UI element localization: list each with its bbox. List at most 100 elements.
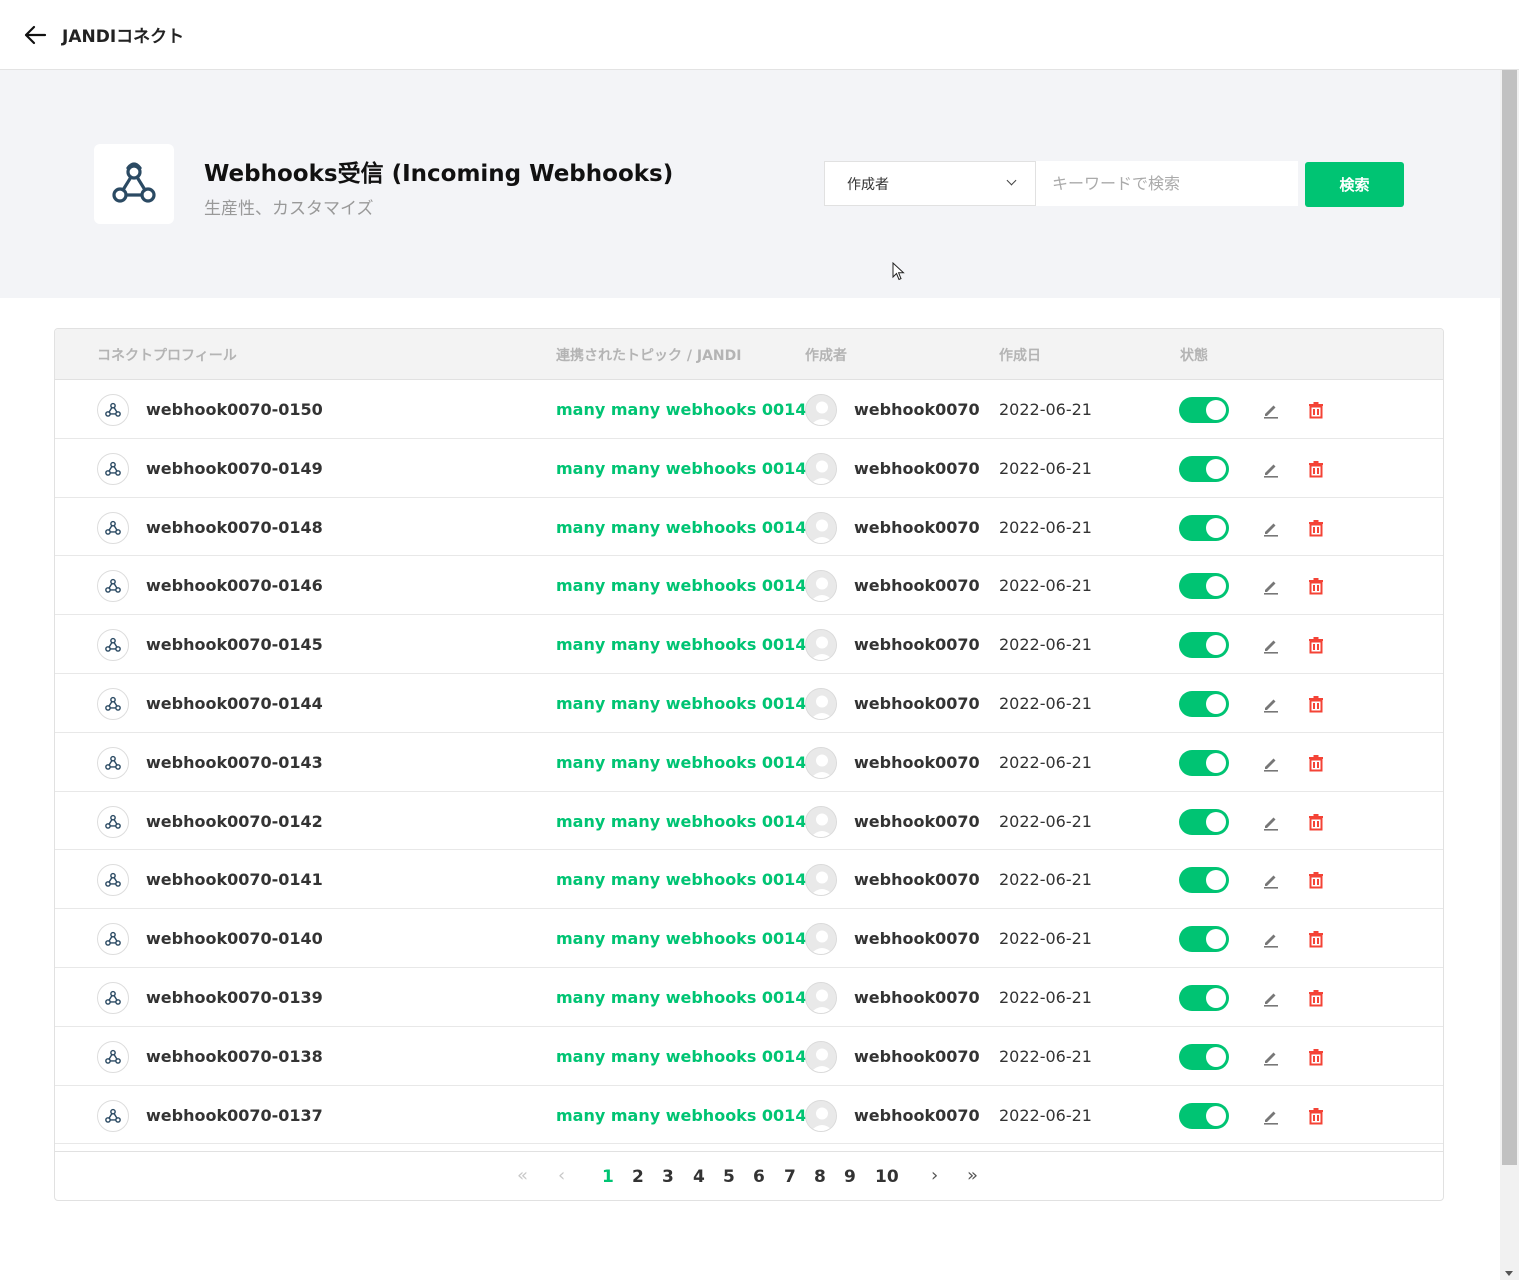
user-avatar-icon [806,924,836,955]
status-toggle[interactable] [1179,926,1229,953]
status-toggle[interactable] [1179,867,1229,894]
page-scrollbar[interactable] [1500,70,1519,1280]
creator-name: webhook0070 [854,1046,980,1066]
topic-link[interactable]: many many webhooks 0014 [556,635,806,654]
delete-button[interactable] [1305,517,1327,539]
edit-button[interactable] [1260,399,1282,421]
back-button[interactable] [20,20,50,50]
edit-button[interactable] [1260,869,1282,891]
creator-name: webhook0070 [854,752,980,772]
page-number-7[interactable]: 7 [784,1167,796,1187]
table-row: webhook0070-0139 many many webhooks 0014 w… [55,968,1443,1027]
status-toggle[interactable] [1179,455,1229,482]
topic-link[interactable]: many many webhooks 0014 [556,576,806,595]
topic-link[interactable]: many many webhooks 0014 [556,1106,806,1125]
edit-button[interactable] [1260,575,1282,597]
search-input[interactable] [1036,161,1298,206]
topic-link[interactable]: many many webhooks 0014 [556,518,806,537]
edit-button[interactable] [1260,811,1282,833]
delete-button[interactable] [1305,634,1327,656]
edit-button[interactable] [1260,1105,1282,1127]
avatar [805,864,837,897]
delete-button[interactable] [1305,1046,1327,1068]
filter-select[interactable]: 作成者 [824,161,1036,206]
pencil-icon [1264,993,1278,1007]
topic-link[interactable]: many many webhooks 0014 [556,929,806,948]
prev-page-button[interactable]: ‹ [558,1165,565,1186]
edit-button[interactable] [1260,634,1282,656]
trash-icon [1309,754,1323,772]
edit-button[interactable] [1260,928,1282,950]
page-number-10[interactable]: 10 [875,1167,899,1187]
table-row: webhook0070-0149 many many webhooks 0014 w… [55,439,1443,498]
status-toggle[interactable] [1179,749,1229,776]
delete-button[interactable] [1305,928,1327,950]
edit-button[interactable] [1260,693,1282,715]
status-toggle[interactable] [1179,1102,1229,1129]
table-row: webhook0070-0142 many many webhooks 0014 w… [55,792,1443,851]
trash-icon [1309,1048,1323,1066]
scrollbar-thumb[interactable] [1502,70,1517,1165]
last-page-button[interactable]: » [967,1165,978,1186]
page-number-6[interactable]: 6 [753,1167,765,1187]
status-toggle[interactable] [1179,632,1229,659]
delete-button[interactable] [1305,811,1327,833]
webhook-icon [105,1108,121,1123]
topic-link[interactable]: many many webhooks 0014 [556,753,806,772]
topic-link[interactable]: many many webhooks 0014 [556,1047,806,1066]
toggle-knob [1206,693,1226,714]
page-number-5[interactable]: 5 [723,1167,735,1187]
status-toggle[interactable] [1179,984,1229,1011]
delete-button[interactable] [1305,869,1327,891]
status-toggle[interactable] [1179,573,1229,600]
page-number-8[interactable]: 8 [814,1167,826,1187]
page-number-9[interactable]: 9 [844,1167,856,1187]
profile-icon [97,864,129,897]
edit-button[interactable] [1260,517,1282,539]
status-toggle[interactable] [1179,1043,1229,1070]
delete-button[interactable] [1305,752,1327,774]
delete-button[interactable] [1305,458,1327,480]
delete-button[interactable] [1305,987,1327,1009]
header-date: 作成日 [999,348,1041,364]
delete-button[interactable] [1305,693,1327,715]
topic-link[interactable]: many many webhooks 0014 [556,988,806,1007]
topic-link[interactable]: many many webhooks 0014 [556,870,806,889]
pencil-icon [1264,699,1278,713]
topic-link[interactable]: many many webhooks 0014 [556,400,806,419]
user-avatar-icon [806,806,836,837]
page-number-1[interactable]: 1 [602,1167,614,1187]
top-bar: JANDIコネクト [0,0,1519,70]
avatar [805,687,837,720]
status-toggle[interactable] [1179,397,1229,423]
delete-button[interactable] [1305,399,1327,421]
topic-link[interactable]: many many webhooks 0014 [556,694,806,713]
user-avatar-icon [806,453,836,484]
topic-link[interactable]: many many webhooks 0014 [556,459,806,478]
scroll-down-arrow[interactable] [1505,1271,1513,1276]
page-number-2[interactable]: 2 [632,1167,644,1187]
edit-button[interactable] [1260,458,1282,480]
profile-name: webhook0070-0148 [146,517,323,537]
edit-button[interactable] [1260,1046,1282,1068]
edit-button[interactable] [1260,987,1282,1009]
status-toggle[interactable] [1179,808,1229,835]
topic-link[interactable]: many many webhooks 0014 [556,812,806,831]
status-toggle[interactable] [1179,514,1229,541]
created-date: 2022-06-21 [999,870,1092,890]
delete-button[interactable] [1305,575,1327,597]
table-row: webhook0070-0143 many many webhooks 0014 w… [55,733,1443,792]
avatar [805,629,837,662]
delete-button[interactable] [1305,1105,1327,1127]
first-page-button[interactable]: « [517,1165,528,1186]
status-toggle[interactable] [1179,690,1229,717]
app-subtitle: 生産性、カスタマイズ [204,199,374,219]
next-page-button[interactable]: › [931,1165,938,1186]
webhook-icon [105,755,121,770]
edit-button[interactable] [1260,752,1282,774]
page-number-3[interactable]: 3 [662,1167,674,1187]
trash-icon [1309,1107,1323,1125]
webhook-icon [105,990,121,1005]
page-number-4[interactable]: 4 [693,1167,705,1187]
search-button[interactable]: 検索 [1305,162,1404,207]
